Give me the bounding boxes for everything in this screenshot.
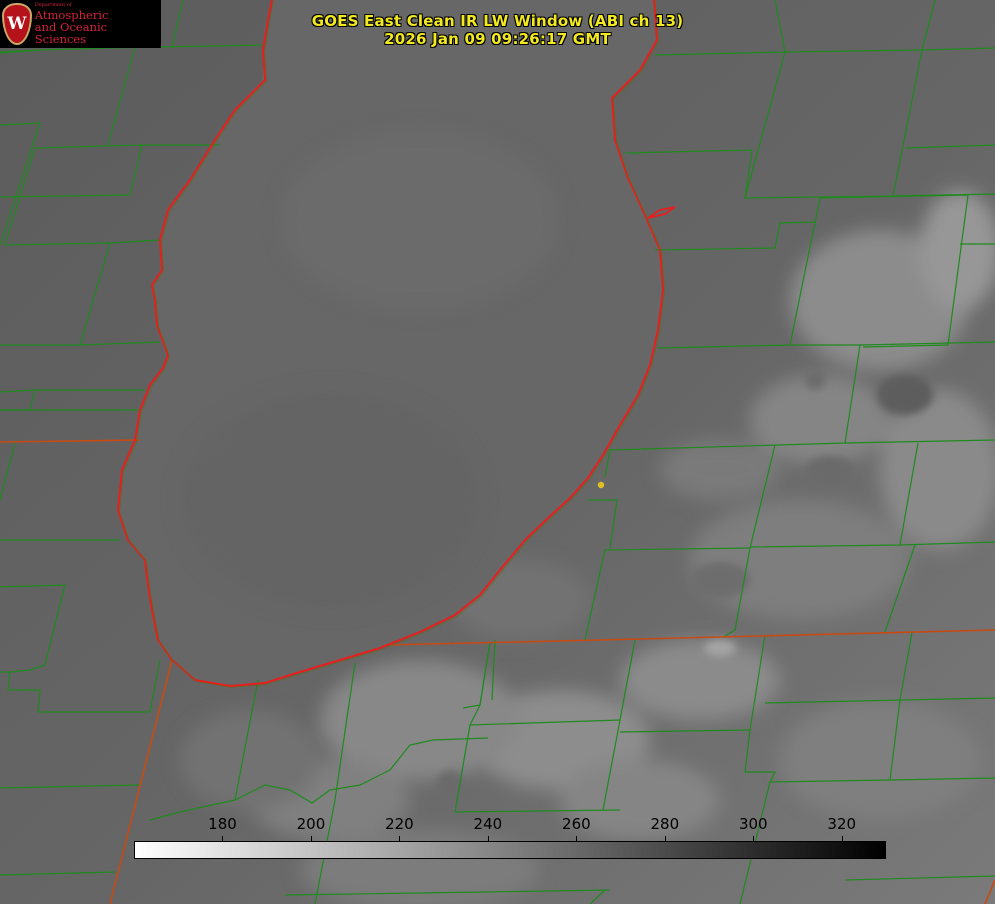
colorbar-tick-mark (487, 836, 489, 841)
colorbar-tick-mark (222, 836, 224, 841)
satellite-viewer: W Department of Atmospheric and Oceanic … (0, 0, 995, 904)
colorbar-tick-label: 200 (296, 815, 326, 833)
colorbar-tick-mark (841, 836, 843, 841)
colorbar-tick-label: 220 (385, 815, 414, 833)
station-marker (597, 481, 605, 489)
colorbar-tick-label: 180 (208, 815, 237, 833)
colorbar-tick-mark (576, 836, 578, 841)
image-title: GOES East Clean IR LW Window (ABI ch 13) (311, 12, 684, 30)
colorbar-tick-label: 260 (562, 815, 591, 833)
colorbar-tick-mark (664, 836, 666, 841)
logo-line-2: and Oceanic Sciences (34, 19, 108, 46)
image-timestamp: 2026 Jan 09 09:26:17 GMT (384, 30, 611, 48)
logo-line-1: Atmospheric (34, 7, 109, 22)
uw-crest-icon: W (2, 3, 32, 45)
colorbar-tick-label: 240 (473, 815, 503, 833)
logo-text: Department of Atmospheric and Oceanic Sc… (34, 3, 161, 46)
aos-logo: W Department of Atmospheric and Oceanic … (0, 0, 161, 48)
colorbar-tick-label: 280 (650, 815, 680, 833)
colorbar-tick-label: 300 (738, 815, 768, 833)
crest-letter: W (7, 13, 27, 34)
colorbar-tick-mark (399, 836, 401, 841)
colorbar (134, 841, 886, 859)
colorbar-tick-mark (310, 836, 312, 841)
colorbar-tick-label: 320 (827, 815, 857, 833)
ir-satellite-map (0, 0, 995, 904)
colorbar-tick-mark (753, 836, 755, 841)
